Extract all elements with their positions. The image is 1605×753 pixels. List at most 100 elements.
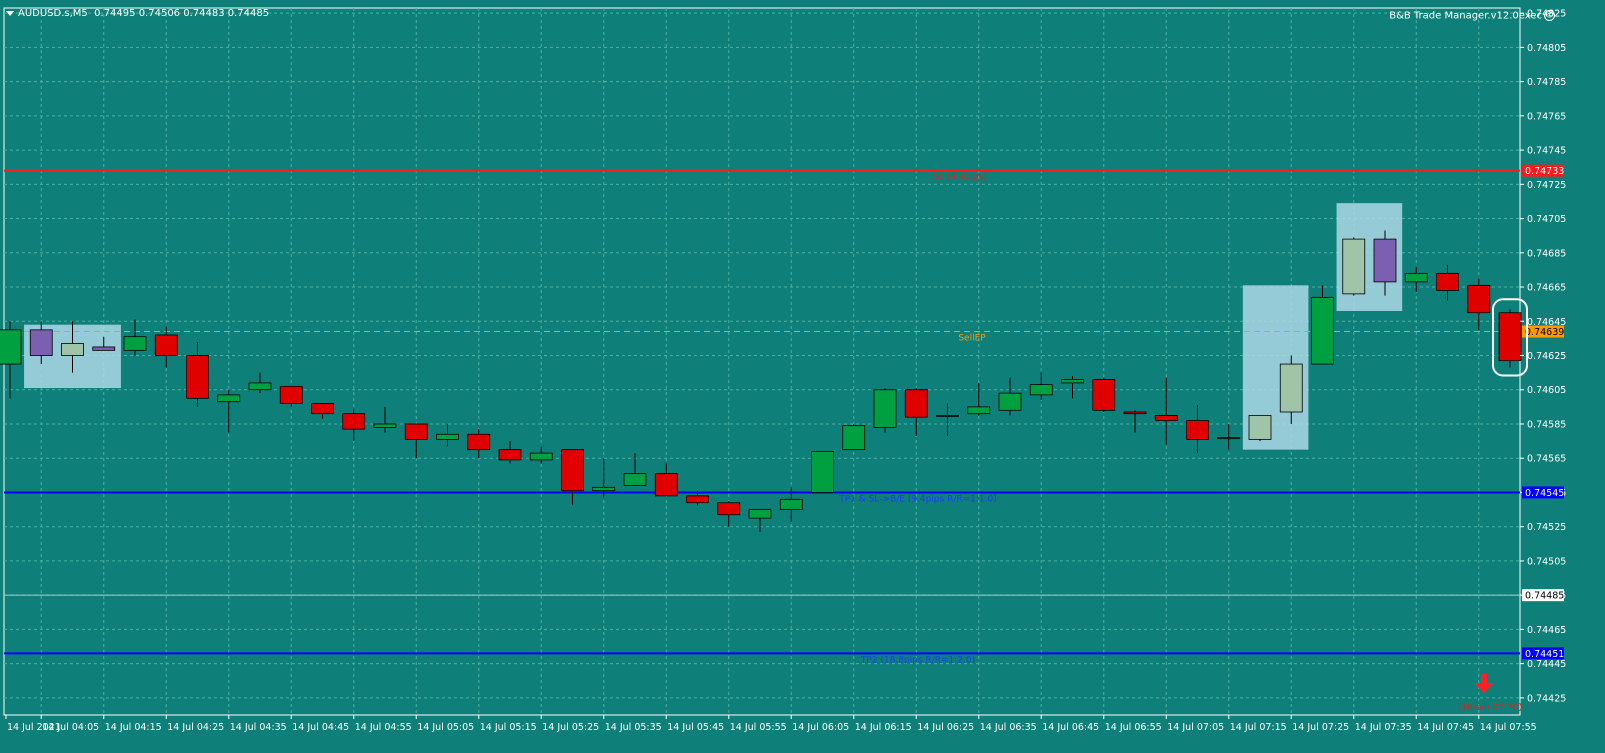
chart-window[interactable]: SL (9.4pips) SellEP TP1 & SL->B/E (9.4pips… bbox=[0, 0, 1605, 753]
time-tick-label: 14 Jul 05:45 bbox=[667, 722, 724, 733]
candle bbox=[154, 326, 178, 368]
candle-body bbox=[92, 346, 116, 351]
axis-layer: 0.748250.748050.747850.747650.747450.747… bbox=[5, 9, 1566, 733]
candle-body bbox=[1342, 238, 1366, 295]
candle-body bbox=[779, 498, 803, 510]
candle bbox=[1467, 278, 1491, 330]
candle bbox=[654, 463, 678, 497]
candle-body bbox=[498, 449, 522, 461]
candle-body bbox=[592, 486, 616, 492]
time-tick-label: 14 Jul 04:55 bbox=[355, 722, 412, 733]
candle bbox=[1154, 377, 1178, 445]
candle-body bbox=[967, 406, 991, 415]
symbol-label: AUDUSD.s,M5 bbox=[18, 8, 88, 19]
price-tick-label: 0.74585 bbox=[1527, 419, 1566, 430]
candle-body bbox=[1498, 312, 1522, 362]
candle bbox=[186, 341, 209, 407]
time-tick-label: 14 Jul 05:25 bbox=[542, 722, 599, 733]
sell-arrow-shaft bbox=[1481, 674, 1487, 684]
candle bbox=[936, 403, 959, 436]
chart-canvas[interactable]: SL (9.4pips) SellEP TP1 & SL->B/E (9.4pips… bbox=[0, 0, 1605, 753]
time-tick-label: 14 Jul 06:25 bbox=[917, 722, 974, 733]
candle bbox=[123, 319, 147, 356]
time-tick-label: 14 Jul 05:55 bbox=[730, 722, 787, 733]
price-tick-label: 0.74705 bbox=[1527, 214, 1566, 225]
price-tick-label: 0.74785 bbox=[1527, 77, 1566, 88]
time-tick-label: 14 Jul 07:15 bbox=[1230, 722, 1287, 733]
time-tick-label: 14 Jul 07:45 bbox=[1417, 722, 1474, 733]
candle-body bbox=[936, 415, 959, 417]
candle-body bbox=[248, 382, 272, 391]
candle-body bbox=[373, 423, 397, 428]
candle bbox=[1498, 309, 1522, 368]
current-price-tag-label: 0.74485 bbox=[1525, 591, 1564, 602]
candle-body bbox=[311, 403, 334, 415]
candle-body bbox=[686, 495, 709, 504]
chart-menu-triangle-icon[interactable] bbox=[6, 10, 14, 16]
entry-label: SellEP bbox=[958, 334, 986, 344]
candle-body bbox=[186, 355, 209, 399]
candle-body bbox=[1248, 415, 1272, 440]
candle-layer bbox=[0, 230, 1522, 532]
candle-body bbox=[61, 343, 84, 356]
ea-name-text: B&B Trade Manager.v12.0exec bbox=[1389, 10, 1542, 22]
candle-body bbox=[654, 473, 678, 497]
candle bbox=[748, 509, 772, 532]
sell-arrow-head bbox=[1474, 683, 1494, 693]
candle-body bbox=[998, 392, 1022, 411]
smiley-icon: ☺ bbox=[1544, 10, 1555, 21]
candle bbox=[0, 321, 22, 399]
candle-body bbox=[404, 423, 428, 440]
countdown-label: (16min 07:30) bbox=[1458, 703, 1522, 713]
candle-body bbox=[1154, 415, 1178, 421]
candle-body bbox=[1404, 272, 1428, 283]
price-tick-label: 0.74625 bbox=[1527, 351, 1566, 362]
candle-body bbox=[123, 336, 147, 351]
candle-body bbox=[873, 389, 897, 428]
time-tick-label: 14 Jul 05:05 bbox=[417, 722, 474, 733]
candle-body bbox=[29, 329, 53, 356]
candle bbox=[967, 382, 991, 416]
candle bbox=[1186, 405, 1209, 454]
sl-label: SL (9.4pips) bbox=[933, 173, 987, 183]
candle bbox=[1061, 376, 1084, 399]
candle-body bbox=[1123, 411, 1147, 415]
candle bbox=[1217, 423, 1241, 450]
candle-body bbox=[279, 385, 303, 404]
candle bbox=[1092, 377, 1116, 412]
candle-body bbox=[154, 334, 178, 356]
time-tick-label: 14 Jul 06:45 bbox=[1042, 722, 1099, 733]
price-tick-label: 0.74565 bbox=[1527, 454, 1566, 465]
candle-body bbox=[342, 413, 366, 430]
price-tick-label: 0.74605 bbox=[1527, 385, 1566, 396]
time-tick-label: 14 Jul 05:35 bbox=[605, 722, 662, 733]
candle bbox=[904, 388, 928, 436]
time-tick-label: 14 Jul 04:15 bbox=[105, 722, 162, 733]
tp1-label: TP1 & SL->B/E (9.4pips R/R=1:1.0) bbox=[838, 494, 996, 504]
candle-body bbox=[811, 450, 834, 493]
time-tick-label: 14 Jul 06:15 bbox=[855, 722, 912, 733]
candle-body bbox=[436, 433, 459, 440]
candle bbox=[1342, 237, 1366, 296]
time-tick-label: 14 Jul 05:15 bbox=[480, 722, 537, 733]
price-tick-label: 0.74465 bbox=[1527, 625, 1566, 636]
price-tick-label: 0.74425 bbox=[1527, 693, 1566, 704]
expert-advisor-label: B&B Trade Manager.v12.0exec ☺ bbox=[1389, 10, 1555, 22]
time-tick-label: 14 Jul 04:45 bbox=[292, 722, 349, 733]
candle-body bbox=[1029, 384, 1053, 396]
entry-price-tag-label: 0.74639 bbox=[1525, 327, 1564, 338]
zone-layer bbox=[24, 203, 1403, 450]
candle-body bbox=[1467, 284, 1491, 314]
candle bbox=[1248, 415, 1272, 442]
tp1-price-tag-label: 0.74545 bbox=[1525, 488, 1564, 499]
candle bbox=[998, 377, 1022, 416]
time-tick-label: 14 Jul 04:35 bbox=[230, 722, 287, 733]
ohlc-values: 0.74495 0.74506 0.74483 0.74485 bbox=[94, 8, 270, 19]
candle-body bbox=[842, 425, 866, 451]
candle bbox=[217, 389, 241, 433]
candle-body bbox=[217, 394, 241, 403]
tp2-label: TP2 (18.8pips R/R=1:2.0) bbox=[860, 655, 975, 665]
time-tick-label: 14 Jul 06:05 bbox=[792, 722, 849, 733]
overlay-layer: (16min 07:30) bbox=[1458, 298, 1528, 713]
candle-body bbox=[467, 433, 491, 451]
